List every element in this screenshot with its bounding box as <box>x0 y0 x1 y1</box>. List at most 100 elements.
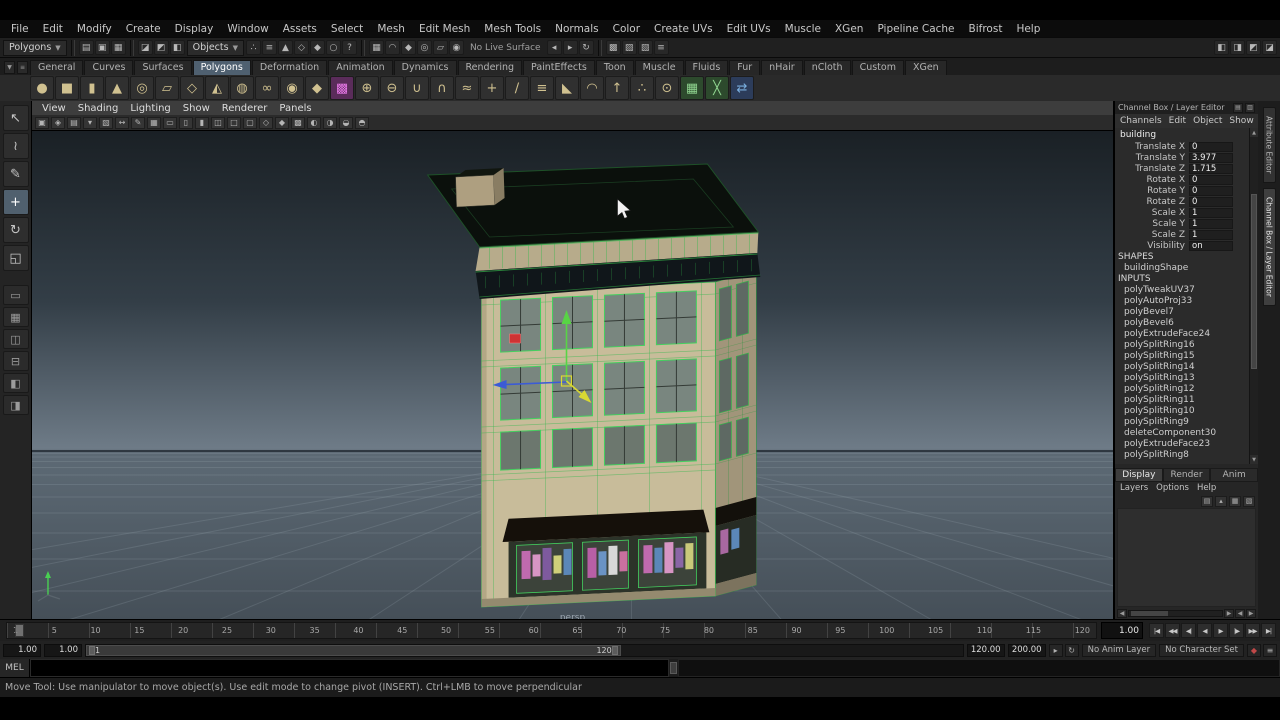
menu-item[interactable]: Help <box>1009 23 1047 35</box>
polygon-cylinder-icon[interactable]: ▮ <box>80 76 104 100</box>
shelf-tab[interactable]: Animation <box>328 60 393 75</box>
shelf-tab[interactable]: Curves <box>84 60 134 75</box>
bevel-icon[interactable]: ◣ <box>555 76 579 100</box>
mel-command-input[interactable] <box>30 659 669 677</box>
shelf-tab[interactable]: Dynamics <box>393 60 457 75</box>
layout-four-pane-icon[interactable]: ▦ <box>2 307 29 327</box>
channel-value-field[interactable]: 1 <box>1189 207 1233 218</box>
channel-box-menu-item[interactable]: Edit <box>1169 116 1186 126</box>
move-layer-up-icon[interactable]: ▴ <box>1215 495 1227 507</box>
time-slider-ruler[interactable]: 1510152025303540455055606570758085909510… <box>6 622 1097 639</box>
layer-editor-menu-item[interactable]: Options <box>1156 483 1189 493</box>
viewport-canvas[interactable]: persp <box>32 131 1113 619</box>
input-node-item[interactable]: polySplitRing8 <box>1115 449 1249 460</box>
command-result-area[interactable] <box>677 659 1280 677</box>
output-connections-icon[interactable]: ▸ <box>562 40 578 55</box>
panel-menu-item[interactable]: View <box>36 103 72 114</box>
polygon-pyramid-icon[interactable]: ◭ <box>205 76 229 100</box>
toggle-attribute-editor-icon[interactable]: ◨ <box>1230 40 1245 55</box>
shelf-menu-icon[interactable]: ▼ <box>4 61 15 74</box>
current-frame-marker[interactable] <box>15 624 24 637</box>
input-node-item[interactable]: polyAutoProj33 <box>1115 295 1249 306</box>
channel-value-field[interactable]: 0 <box>1189 196 1233 207</box>
channel-value-field[interactable]: 0 <box>1189 185 1233 196</box>
mask-points-icon[interactable]: ∴ <box>245 40 261 55</box>
shelf-tab[interactable]: Fluids <box>684 60 729 75</box>
go-to-end-button[interactable]: ▶| <box>1261 623 1276 638</box>
menu-item[interactable]: Display <box>168 23 221 35</box>
insert-edge-loop-icon[interactable]: ≡ <box>530 76 554 100</box>
split-polygon-icon[interactable]: ∕ <box>505 76 529 100</box>
select-component-icon[interactable]: ◧ <box>169 40 185 55</box>
select-hierarchy-icon[interactable]: ◪ <box>137 40 153 55</box>
toggle-modeling-toolkit-icon[interactable]: ◧ <box>1214 40 1229 55</box>
menu-item[interactable]: Create <box>119 23 168 35</box>
grease-pencil-icon[interactable]: ✎ <box>131 116 145 129</box>
toggle-tool-settings-icon[interactable]: ◩ <box>1246 40 1261 55</box>
snap-view-plane-icon[interactable]: ▱ <box>432 40 448 55</box>
layout-two-pane-stacked-icon[interactable]: ⊟ <box>2 351 29 371</box>
hscrollbar-thumb[interactable] <box>1130 610 1169 616</box>
create-empty-layer-icon[interactable]: ▦ <box>1229 495 1241 507</box>
uv-editor-icon[interactable]: ▩ <box>330 76 354 100</box>
polygon-prism-icon[interactable]: ◇ <box>180 76 204 100</box>
channel-box-scrollbar[interactable]: ▲ ▼ <box>1249 128 1258 464</box>
input-node-item[interactable]: polySplitRing12 <box>1115 383 1249 394</box>
resolution-gate-icon[interactable]: ▯ <box>179 116 193 129</box>
move-tool-icon[interactable]: + <box>2 189 29 215</box>
animation-preferences-icon[interactable]: ≡ <box>1263 643 1277 657</box>
Rotate Z[interactable]: Rotate Z 0 <box>1115 196 1249 207</box>
grid-toggle-icon[interactable]: ▦ <box>147 116 161 129</box>
step-back-frame-button[interactable]: ◀◀ <box>1165 623 1180 638</box>
step-forward-key-button[interactable]: |▶ <box>1229 623 1244 638</box>
input-node-item[interactable]: polyBevel6 <box>1115 317 1249 328</box>
play-backwards-button[interactable]: ◀ <box>1197 623 1212 638</box>
polygon-helix-icon[interactable]: ∞ <box>255 76 279 100</box>
command-line-splitter[interactable] <box>669 662 677 674</box>
open-scene-icon[interactable]: ▣ <box>94 40 110 55</box>
panel-menu-item[interactable]: Renderer <box>216 103 274 114</box>
camera-attributes-icon[interactable]: ▤ <box>67 116 81 129</box>
quad-draw-icon[interactable]: ▦ <box>680 76 704 100</box>
input-node-item[interactable]: polySplitRing15 <box>1115 350 1249 361</box>
Scale Y[interactable]: Scale Y 1 <box>1115 218 1249 229</box>
menu-item[interactable]: Color <box>606 23 647 35</box>
layer-options-icon[interactable]: ▤ <box>1201 495 1213 507</box>
isolate-select-icon[interactable]: ◓ <box>355 116 369 129</box>
menu-item[interactable]: Edit UVs <box>720 23 778 35</box>
objects-mask-dropdown[interactable]: Objects ▼ <box>186 39 244 56</box>
input-node-item[interactable]: polySplitRing9 <box>1115 416 1249 427</box>
channel-box-menu-item[interactable]: Show <box>1229 116 1253 126</box>
ipr-render-icon[interactable]: ▧ <box>637 40 653 55</box>
anim-layer-dropdown[interactable]: No Anim Layer <box>1081 643 1157 657</box>
menu-item[interactable]: Pipeline Cache <box>870 23 961 35</box>
shelf-tab[interactable]: Muscle <box>634 60 684 75</box>
scroll-right-icon[interactable]: ▶ <box>1224 608 1234 618</box>
boolean-intersect-icon[interactable]: ∩ <box>430 76 454 100</box>
construction-history-icon[interactable]: ↻ <box>578 40 594 55</box>
polygon-torus-icon[interactable]: ◎ <box>130 76 154 100</box>
wireframe-mode-icon[interactable]: ◇ <box>259 116 273 129</box>
input-node-item[interactable]: polySplitRing14 <box>1115 361 1249 372</box>
auto-keyframe-icon[interactable]: ◆ <box>1247 643 1261 657</box>
safe-title-icon[interactable]: ▢ <box>243 116 257 129</box>
step-forward-frame-button[interactable]: ▶▶ <box>1245 623 1260 638</box>
polygon-sphere-icon[interactable]: ● <box>30 76 54 100</box>
select-tool-icon[interactable]: ↖ <box>2 105 29 131</box>
mask-misc-icon[interactable]: ? <box>341 40 357 55</box>
menu-item[interactable]: Edit <box>36 23 70 35</box>
menu-item[interactable]: Assets <box>276 23 324 35</box>
target-weld-icon[interactable]: ⊙ <box>655 76 679 100</box>
menu-item[interactable]: Muscle <box>778 23 828 35</box>
shelf-tab[interactable]: PaintEffects <box>523 60 595 75</box>
menu-item[interactable]: File <box>4 23 36 35</box>
menu-item[interactable]: Window <box>220 23 275 35</box>
playback-speed-icon[interactable]: ▸ <box>1048 643 1063 657</box>
menu-item[interactable]: Normals <box>548 23 605 35</box>
polygon-cone-icon[interactable]: ▲ <box>105 76 129 100</box>
panel-menu-item[interactable]: Lighting <box>124 103 176 114</box>
step-back-key-button[interactable]: ◀| <box>1181 623 1196 638</box>
merge-vertices-icon[interactable]: ∴ <box>630 76 654 100</box>
mask-faces-icon[interactable]: ▲ <box>277 40 293 55</box>
toggle-channel-box-icon[interactable]: ◪ <box>1262 40 1277 55</box>
